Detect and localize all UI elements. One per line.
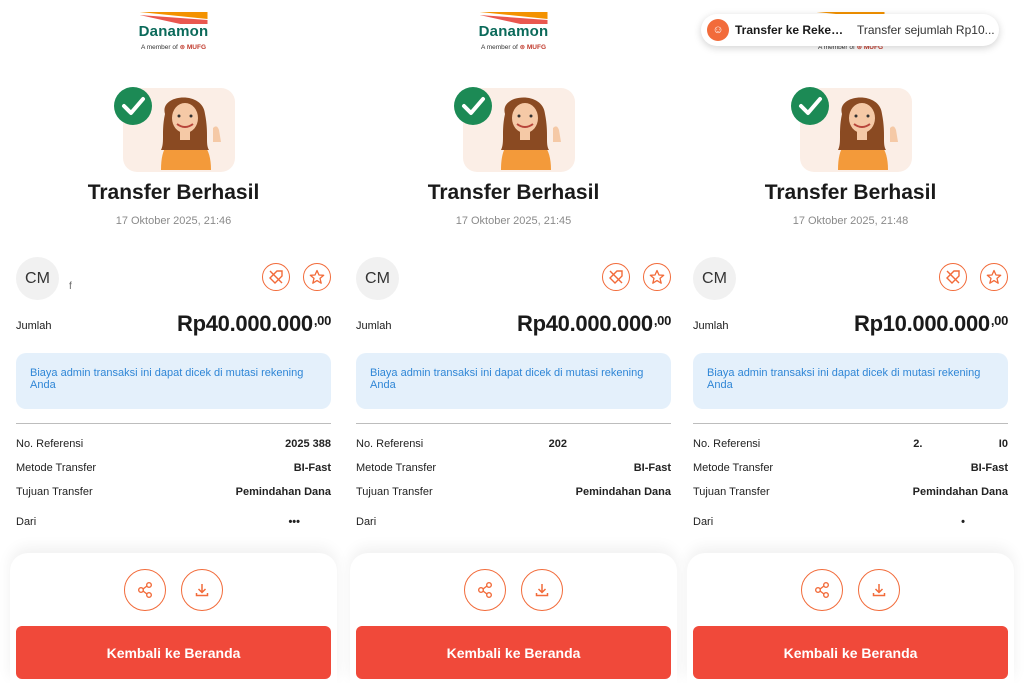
star-icon bbox=[649, 269, 665, 284]
favorite-tag-icon bbox=[609, 270, 623, 284]
notification-body: Transfer sejumlah Rp10... bbox=[857, 23, 995, 37]
transaction-datetime: 17 Oktober 2025, 21:48 bbox=[792, 215, 909, 227]
detail-value-reference: 202 bbox=[548, 438, 567, 450]
detail-label-purpose: Tujuan Transfer bbox=[356, 486, 433, 498]
checkmark-badge-icon bbox=[454, 87, 492, 125]
receipt-screen-3: ☺ Transfer ke Rekeni... Transfer sejumla… bbox=[687, 0, 1014, 683]
detail-label-from: Dari bbox=[16, 516, 37, 528]
divider bbox=[693, 423, 1008, 424]
divider bbox=[356, 423, 671, 424]
detail-value-from: ••• bbox=[288, 516, 300, 528]
detail-label-reference: No. Referensi bbox=[693, 438, 761, 450]
amount-value: Rp40.000.000,00 bbox=[176, 311, 331, 336]
detail-label-reference: No. Referensi bbox=[16, 438, 84, 450]
status-title: Transfer Berhasil bbox=[427, 181, 600, 204]
divider bbox=[16, 423, 331, 424]
brand-member-line: A member of ⊛ MUFG bbox=[140, 44, 207, 51]
recipient-avatar: CM bbox=[356, 257, 399, 300]
amount-value: Rp40.000.000,00 bbox=[516, 311, 671, 336]
star-icon bbox=[986, 269, 1002, 284]
favorite-tag-button[interactable] bbox=[602, 263, 630, 291]
push-notification[interactable]: ☺ Transfer ke Rekeni... Transfer sejumla… bbox=[701, 14, 999, 46]
detail-value-purpose: Pemindahan Dana bbox=[912, 486, 1008, 498]
detail-value-method: BI-Fast bbox=[633, 462, 671, 474]
amount-label: Jumlah bbox=[16, 320, 52, 332]
download-icon bbox=[535, 584, 549, 597]
admin-fee-note: Biaya admin transaksi ini dapat dicek di… bbox=[16, 353, 331, 409]
admin-fee-note: Biaya admin transaksi ini dapat dicek di… bbox=[693, 353, 1008, 409]
amount-label: Jumlah bbox=[356, 320, 392, 332]
danamon-logo: Danamon A member of ⊛ MUFG bbox=[356, 12, 671, 58]
detail-label-purpose: Tujuan Transfer bbox=[693, 486, 770, 498]
success-illustration bbox=[114, 87, 235, 172]
detail-value-from: • bbox=[961, 516, 965, 528]
share-icon bbox=[815, 582, 829, 598]
detail-value-reference: 2. I0 bbox=[913, 438, 1008, 450]
share-button[interactable] bbox=[801, 569, 843, 611]
success-illustration bbox=[791, 87, 912, 172]
success-illustration bbox=[454, 87, 575, 172]
recipient-avatar: CM bbox=[16, 257, 59, 300]
transaction-datetime: 17 Oktober 2025, 21:45 bbox=[455, 215, 572, 227]
star-button[interactable] bbox=[980, 263, 1008, 291]
detail-value-reference: 2025 388 bbox=[285, 438, 331, 450]
detail-label-method: Metode Transfer bbox=[693, 462, 774, 474]
brand-member-line: A member of ⊛ MUFG bbox=[480, 44, 547, 51]
status-title: Transfer Berhasil bbox=[764, 181, 937, 204]
danamon-logo: Danamon A member of ⊛ MUFG bbox=[16, 12, 331, 58]
star-button[interactable] bbox=[303, 263, 331, 291]
favorite-tag-icon bbox=[269, 270, 283, 284]
detail-value-method: BI-Fast bbox=[970, 462, 1008, 474]
checkmark-badge-icon bbox=[114, 87, 152, 125]
notification-title: Transfer ke Rekeni... bbox=[735, 23, 847, 37]
download-icon bbox=[872, 584, 886, 597]
amount-label: Jumlah bbox=[693, 320, 729, 332]
receipt-screen-2: Danamon A member of ⊛ MUFG Transfer Berh… bbox=[350, 0, 677, 683]
detail-value-purpose: Pemindahan Dana bbox=[235, 486, 331, 498]
status-title: Transfer Berhasil bbox=[87, 181, 260, 204]
favorite-tag-icon bbox=[946, 270, 960, 284]
amount-value: Rp10.000.000,00 bbox=[853, 311, 1008, 336]
detail-label-from: Dari bbox=[693, 516, 714, 528]
detail-label-reference: No. Referensi bbox=[356, 438, 424, 450]
star-button[interactable] bbox=[643, 263, 671, 291]
detail-value-purpose: Pemindahan Dana bbox=[575, 486, 671, 498]
back-to-home-button[interactable]: Kembali ke Beranda bbox=[16, 626, 331, 679]
share-icon bbox=[138, 582, 152, 598]
recipient-avatar: CM bbox=[693, 257, 736, 300]
share-button[interactable] bbox=[124, 569, 166, 611]
share-button[interactable] bbox=[464, 569, 506, 611]
favorite-tag-button[interactable] bbox=[262, 263, 290, 291]
download-icon bbox=[195, 584, 209, 597]
back-to-home-button[interactable]: Kembali ke Beranda bbox=[356, 626, 671, 679]
recipient-name: f bbox=[69, 281, 72, 292]
detail-value-method: BI-Fast bbox=[293, 462, 331, 474]
favorite-tag-button[interactable] bbox=[939, 263, 967, 291]
transaction-datetime: 17 Oktober 2025, 21:46 bbox=[115, 215, 232, 227]
admin-fee-note: Biaya admin transaksi ini dapat dicek di… bbox=[356, 353, 671, 409]
star-icon bbox=[309, 269, 325, 284]
back-to-home-button[interactable]: Kembali ke Beranda bbox=[693, 626, 1008, 679]
download-button[interactable] bbox=[521, 569, 563, 611]
receipt-screen-1: Danamon A member of ⊛ MUFG Transfer Berh… bbox=[10, 0, 337, 683]
detail-label-method: Metode Transfer bbox=[356, 462, 437, 474]
download-button[interactable] bbox=[181, 569, 223, 611]
checkmark-badge-icon bbox=[791, 87, 829, 125]
detail-label-purpose: Tujuan Transfer bbox=[16, 486, 93, 498]
notification-app-icon: ☺ bbox=[707, 19, 729, 41]
share-icon bbox=[478, 582, 492, 598]
download-button[interactable] bbox=[858, 569, 900, 611]
detail-label-method: Metode Transfer bbox=[16, 462, 97, 474]
detail-label-from: Dari bbox=[356, 516, 377, 528]
